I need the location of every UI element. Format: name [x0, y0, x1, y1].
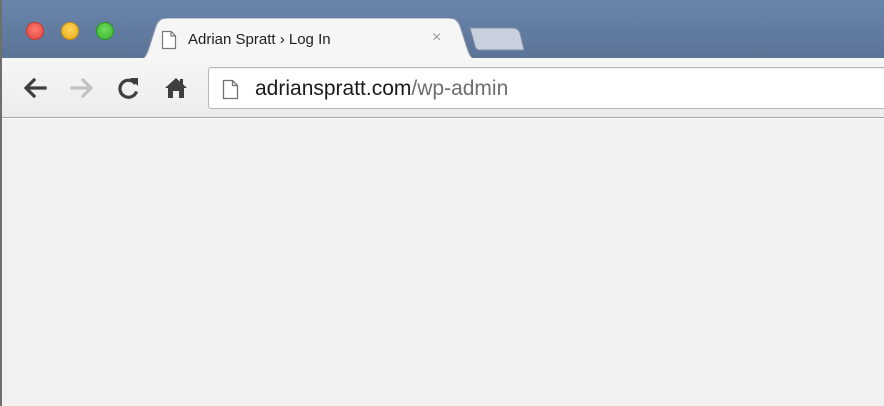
- maximize-window-button[interactable]: [96, 22, 114, 40]
- page-icon: [222, 79, 239, 105]
- minimize-window-button[interactable]: [61, 22, 79, 40]
- page-content: [2, 119, 884, 406]
- close-window-button[interactable]: [26, 22, 44, 40]
- reload-button[interactable]: [116, 76, 142, 105]
- arrow-left-icon: [23, 77, 47, 99]
- forward-button[interactable]: [69, 76, 95, 105]
- home-icon: [165, 78, 187, 98]
- arrow-right-icon: [70, 77, 94, 99]
- url-domain: adrianspratt.com: [255, 77, 412, 100]
- tab-strip: Adrian Spratt › Log In ×: [2, 0, 884, 62]
- tab-close-icon[interactable]: ×: [432, 30, 441, 46]
- browser-window: Adrian Spratt › Log In × adrianspratt.co…: [0, 0, 884, 406]
- new-tab-icon: [469, 27, 525, 51]
- back-button[interactable]: [22, 76, 48, 105]
- reload-icon: [118, 78, 139, 99]
- page-icon: [161, 30, 177, 55]
- tab-active[interactable]: Adrian Spratt › Log In ×: [132, 18, 484, 62]
- home-button[interactable]: [163, 76, 189, 105]
- url-path: /wp-admin: [411, 77, 509, 100]
- new-tab-button[interactable]: [468, 26, 526, 57]
- tab-title: Adrian Spratt › Log In: [188, 31, 331, 48]
- toolbar: adrianspratt.com/wp-admin: [2, 58, 884, 118]
- address-bar[interactable]: adrianspratt.com/wp-admin: [208, 67, 884, 109]
- url-text[interactable]: adrianspratt.com/wp-admin: [255, 77, 508, 101]
